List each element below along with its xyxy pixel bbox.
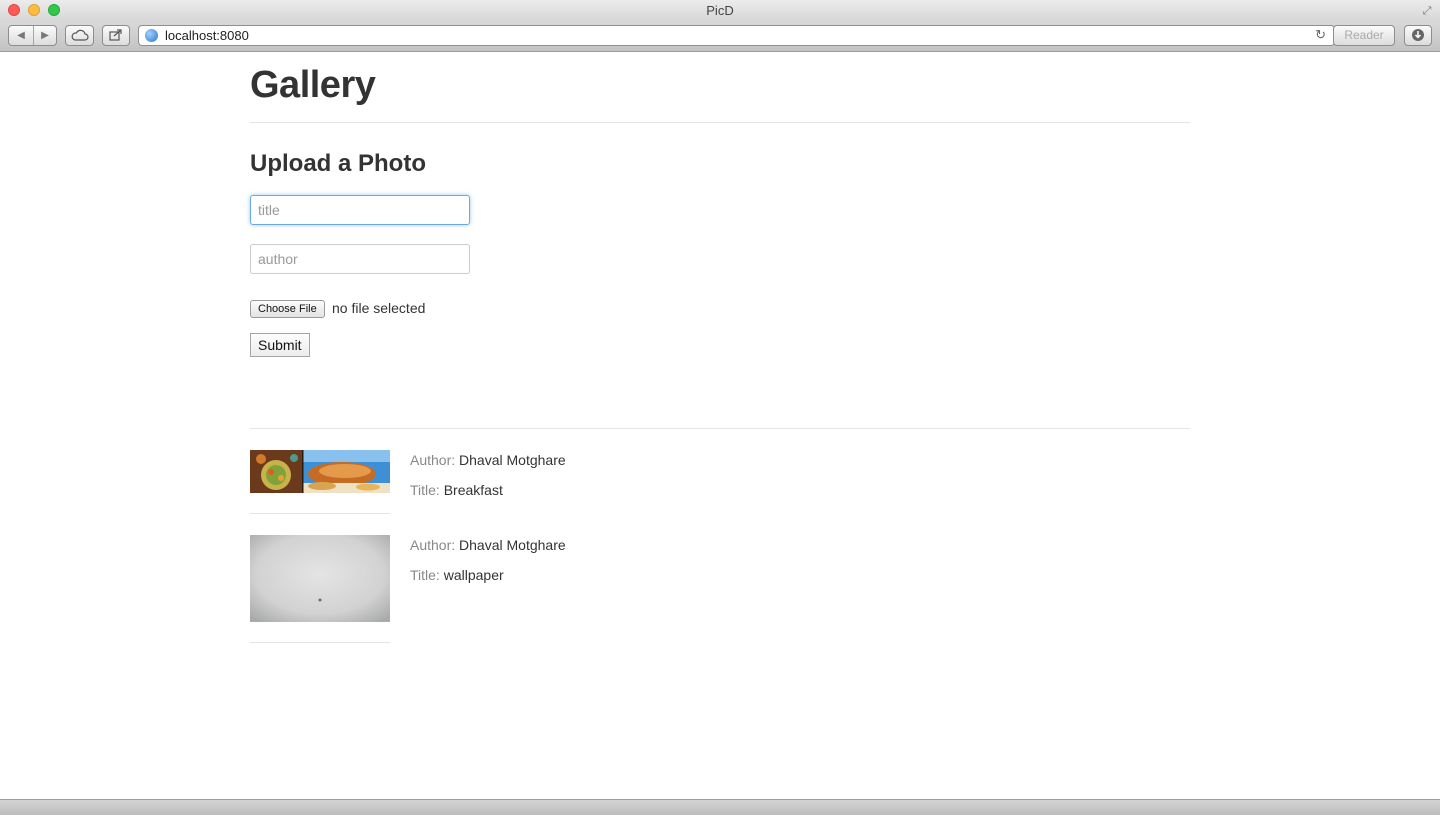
reload-icon[interactable]: ↻ — [1315, 27, 1326, 43]
title-value: wallpaper — [443, 567, 504, 583]
chevron-left-icon[interactable]: ◀ — [9, 26, 34, 45]
author-input[interactable] — [250, 244, 470, 274]
reader-button[interactable]: Reader — [1333, 25, 1395, 46]
address-bar-url[interactable]: localhost:8080 — [165, 28, 249, 43]
globe-icon — [145, 29, 158, 42]
title-input[interactable] — [250, 195, 470, 225]
photo-item: Author: Dhaval Motghare Title: Breakfast — [250, 450, 1190, 530]
browser-statusbar — [0, 799, 1440, 815]
photo-thumbnail[interactable] — [250, 535, 390, 622]
chevron-right-icon[interactable]: ▶ — [33, 26, 57, 45]
author-label: Author: — [410, 537, 456, 553]
author-value: Dhaval Motghare — [459, 452, 566, 468]
photo-author: Author: Dhaval Motghare — [410, 452, 566, 468]
share-button[interactable] — [102, 25, 130, 46]
title-label: Title: — [410, 482, 440, 498]
item-divider — [250, 642, 390, 643]
share-icon — [109, 29, 122, 41]
browser-toolbar: ◀ ▶ localhost:8080 ↻ Reader — [0, 22, 1440, 52]
photo-item: Author: Dhaval Motghare Title: wallpaper — [250, 535, 1190, 643]
author-value: Dhaval Motghare — [459, 537, 566, 553]
address-bar[interactable]: localhost:8080 ↻ — [138, 25, 1335, 46]
item-divider — [250, 513, 390, 514]
title-label: Title: — [410, 567, 440, 583]
file-status-text: no file selected — [332, 300, 426, 316]
author-label: Author: — [410, 452, 456, 468]
photo-thumbnail[interactable] — [250, 450, 390, 493]
upload-heading: Upload a Photo — [250, 150, 426, 177]
icloud-tabs-button[interactable] — [65, 25, 94, 46]
window-title: PicD — [706, 3, 734, 18]
submit-button[interactable]: Submit — [250, 333, 310, 357]
window-titlebar: PicD ⤢ — [0, 0, 1440, 22]
back-forward-group: ◀ ▶ — [8, 25, 57, 46]
page-title: Gallery — [250, 64, 376, 106]
cloud-icon — [71, 29, 89, 41]
photo-author: Author: Dhaval Motghare — [410, 537, 566, 553]
photo-title: Title: Breakfast — [410, 482, 503, 498]
photo-title: Title: wallpaper — [410, 567, 504, 583]
choose-file-button[interactable]: Choose File — [250, 300, 325, 318]
downloads-button[interactable] — [1404, 25, 1432, 46]
gallery-divider — [250, 428, 1190, 429]
title-divider — [250, 122, 1190, 123]
download-icon — [1412, 29, 1424, 41]
fullscreen-icon[interactable]: ⤢ — [1420, 4, 1434, 18]
title-value: Breakfast — [443, 482, 503, 498]
